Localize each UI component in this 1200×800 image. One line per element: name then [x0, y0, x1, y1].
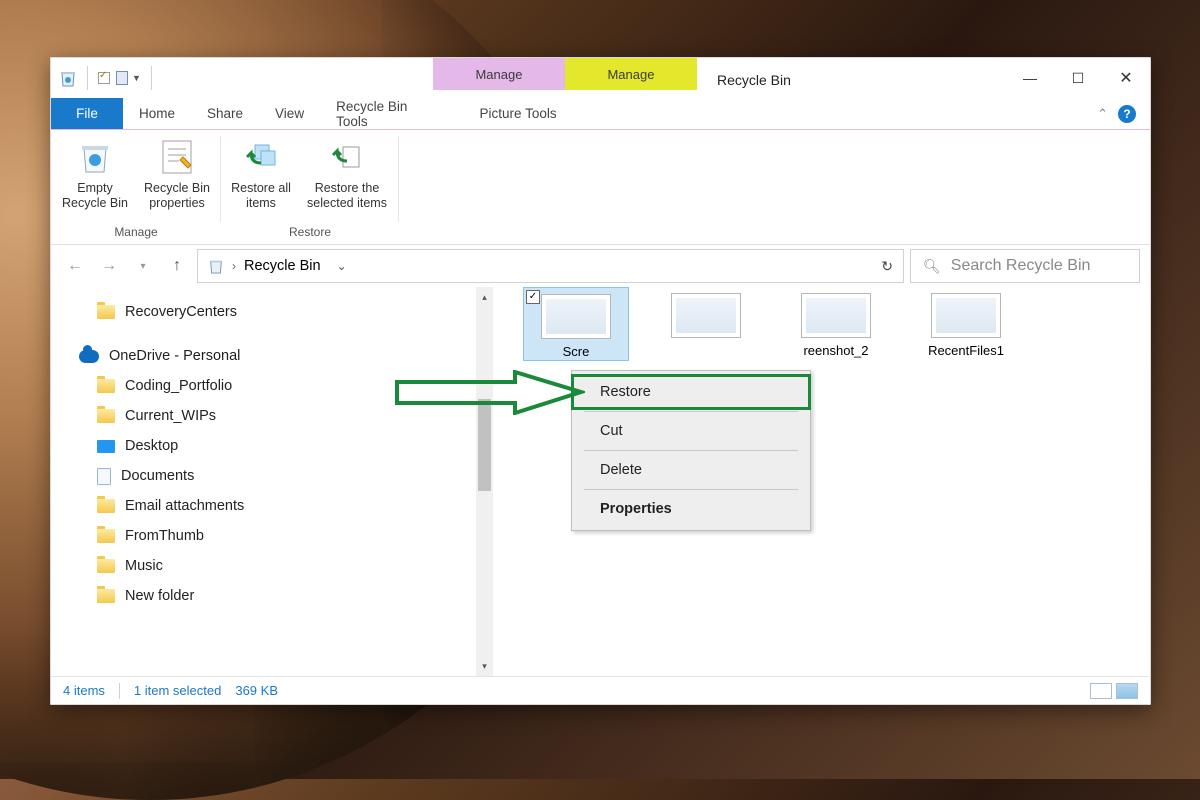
- desktop-icon: [97, 440, 115, 453]
- qat-doc-icon[interactable]: [116, 71, 128, 85]
- tab-file[interactable]: File: [51, 98, 123, 129]
- recycle-bin-icon: [59, 68, 77, 88]
- context-menu-restore[interactable]: Restore: [572, 375, 810, 409]
- context-menu-cut[interactable]: Cut: [572, 414, 810, 448]
- collapse-ribbon-icon[interactable]: ⌃: [1097, 106, 1108, 122]
- file-thumbnail: [931, 293, 1001, 338]
- folder-icon: [97, 379, 115, 393]
- status-size: 369 KB: [235, 683, 278, 698]
- ribbon-tab-strip: File Home Share View Recycle Bin Tools P…: [51, 98, 1150, 130]
- document-icon: [97, 468, 111, 485]
- nav-item-documents[interactable]: Documents: [75, 461, 476, 491]
- nav-item-recoverycenters[interactable]: RecoveryCenters: [75, 297, 476, 327]
- window-controls: — ☐ ✕: [1006, 58, 1150, 98]
- chevron-right-icon[interactable]: ›: [232, 259, 236, 273]
- tab-home[interactable]: Home: [123, 98, 191, 129]
- nav-item-onedrive[interactable]: OneDrive - Personal: [75, 341, 476, 371]
- tab-share[interactable]: Share: [191, 98, 259, 129]
- nav-forward-button[interactable]: →: [95, 252, 123, 280]
- nav-item-thumb[interactable]: FromThumb: [75, 521, 476, 551]
- ribbon-group-manage: Manage: [114, 222, 157, 242]
- file-item[interactable]: reenshot_2: [783, 287, 889, 359]
- file-item[interactable]: [653, 287, 759, 338]
- context-menu-delete[interactable]: Delete: [572, 453, 810, 487]
- context-menu: Restore Cut Delete Properties: [571, 370, 811, 531]
- close-button[interactable]: ✕: [1102, 58, 1150, 98]
- status-bar: 4 items 1 item selected 369 KB: [51, 676, 1150, 704]
- search-icon: 🔍︎: [923, 258, 941, 275]
- nav-item-desktop[interactable]: Desktop: [75, 431, 476, 461]
- qat-properties-icon[interactable]: [98, 72, 110, 84]
- ribbon: Empty Recycle Bin Recycle Bin properties…: [51, 130, 1150, 245]
- nav-item-newfolder[interactable]: New folder: [75, 581, 476, 611]
- folder-icon: [97, 589, 115, 603]
- details-view-button[interactable]: [1090, 683, 1112, 699]
- address-row: ← → ▾ ↑ › Recycle Bin ⌄ ↻ 🔍︎ Search Recy…: [51, 245, 1150, 287]
- maximize-button[interactable]: ☐: [1054, 58, 1102, 98]
- restore-all-items-button[interactable]: Restore all items: [229, 133, 293, 211]
- status-selected: 1 item selected: [134, 683, 221, 698]
- context-menu-properties[interactable]: Properties: [572, 492, 810, 526]
- minimize-button[interactable]: —: [1006, 58, 1054, 98]
- folder-icon: [97, 305, 115, 319]
- nav-scrollbar[interactable]: ▴ ▾: [476, 287, 493, 676]
- folder-icon: [97, 409, 115, 423]
- checkbox-icon[interactable]: ✓: [526, 290, 540, 304]
- ribbon-group-restore: Restore: [289, 222, 331, 242]
- qat-dropdown-icon[interactable]: ▼: [132, 73, 141, 83]
- tab-view[interactable]: View: [259, 98, 320, 129]
- file-thumbnail: [671, 293, 741, 338]
- help-icon[interactable]: ?: [1118, 105, 1136, 123]
- folder-icon: [97, 529, 115, 543]
- search-placeholder: Search Recycle Bin: [951, 257, 1091, 275]
- file-item[interactable]: RecentFiles1: [913, 287, 1019, 359]
- contextual-tab-headers: Manage Manage: [433, 58, 697, 98]
- nav-up-button[interactable]: ↑: [163, 252, 191, 280]
- navigation-pane[interactable]: RecoveryCenters OneDrive - Personal Codi…: [51, 287, 476, 676]
- folder-icon: [97, 499, 115, 513]
- file-thumbnail: [801, 293, 871, 338]
- tab-recycle-bin-tools[interactable]: Recycle Bin Tools: [320, 98, 452, 129]
- view-switcher: [1090, 683, 1138, 699]
- quick-access-toolbar: ▼: [51, 58, 164, 98]
- titlebar: ▼ Manage Manage Recycle Bin — ☐ ✕: [51, 58, 1150, 98]
- search-box[interactable]: 🔍︎ Search Recycle Bin: [910, 249, 1140, 283]
- context-tab-manage[interactable]: Manage: [433, 58, 565, 90]
- thumbnails-view-button[interactable]: [1116, 683, 1138, 699]
- file-item-selected[interactable]: ✓ Scre: [523, 287, 629, 361]
- empty-recycle-bin-button[interactable]: Empty Recycle Bin: [59, 133, 131, 211]
- restore-selected-items-button[interactable]: Restore the selected items: [303, 133, 391, 211]
- address-bar[interactable]: › Recycle Bin ⌄ ↻: [197, 249, 904, 283]
- nav-back-button[interactable]: ←: [61, 252, 89, 280]
- address-bin-icon: [208, 257, 224, 275]
- nav-recent-dropdown[interactable]: ▾: [129, 252, 157, 280]
- recycle-bin-properties-button[interactable]: Recycle Bin properties: [141, 133, 213, 211]
- scroll-down-icon[interactable]: ▾: [476, 656, 493, 676]
- tab-picture-tools[interactable]: Picture Tools: [452, 98, 584, 129]
- folder-icon: [97, 559, 115, 573]
- nav-item-music[interactable]: Music: [75, 551, 476, 581]
- annotation-arrow-icon: [395, 370, 585, 415]
- file-thumbnail: [541, 294, 611, 339]
- nav-item-email[interactable]: Email attachments: [75, 491, 476, 521]
- breadcrumb-location[interactable]: Recycle Bin: [244, 258, 321, 274]
- refresh-button[interactable]: ↻: [881, 258, 893, 275]
- status-item-count: 4 items: [63, 683, 105, 698]
- context-tab-manage2[interactable]: Manage: [565, 58, 697, 90]
- scroll-up-icon[interactable]: ▴: [476, 287, 493, 307]
- window-title: Recycle Bin: [697, 58, 937, 98]
- address-dropdown-icon[interactable]: ⌄: [337, 259, 347, 273]
- onedrive-icon: [79, 350, 99, 363]
